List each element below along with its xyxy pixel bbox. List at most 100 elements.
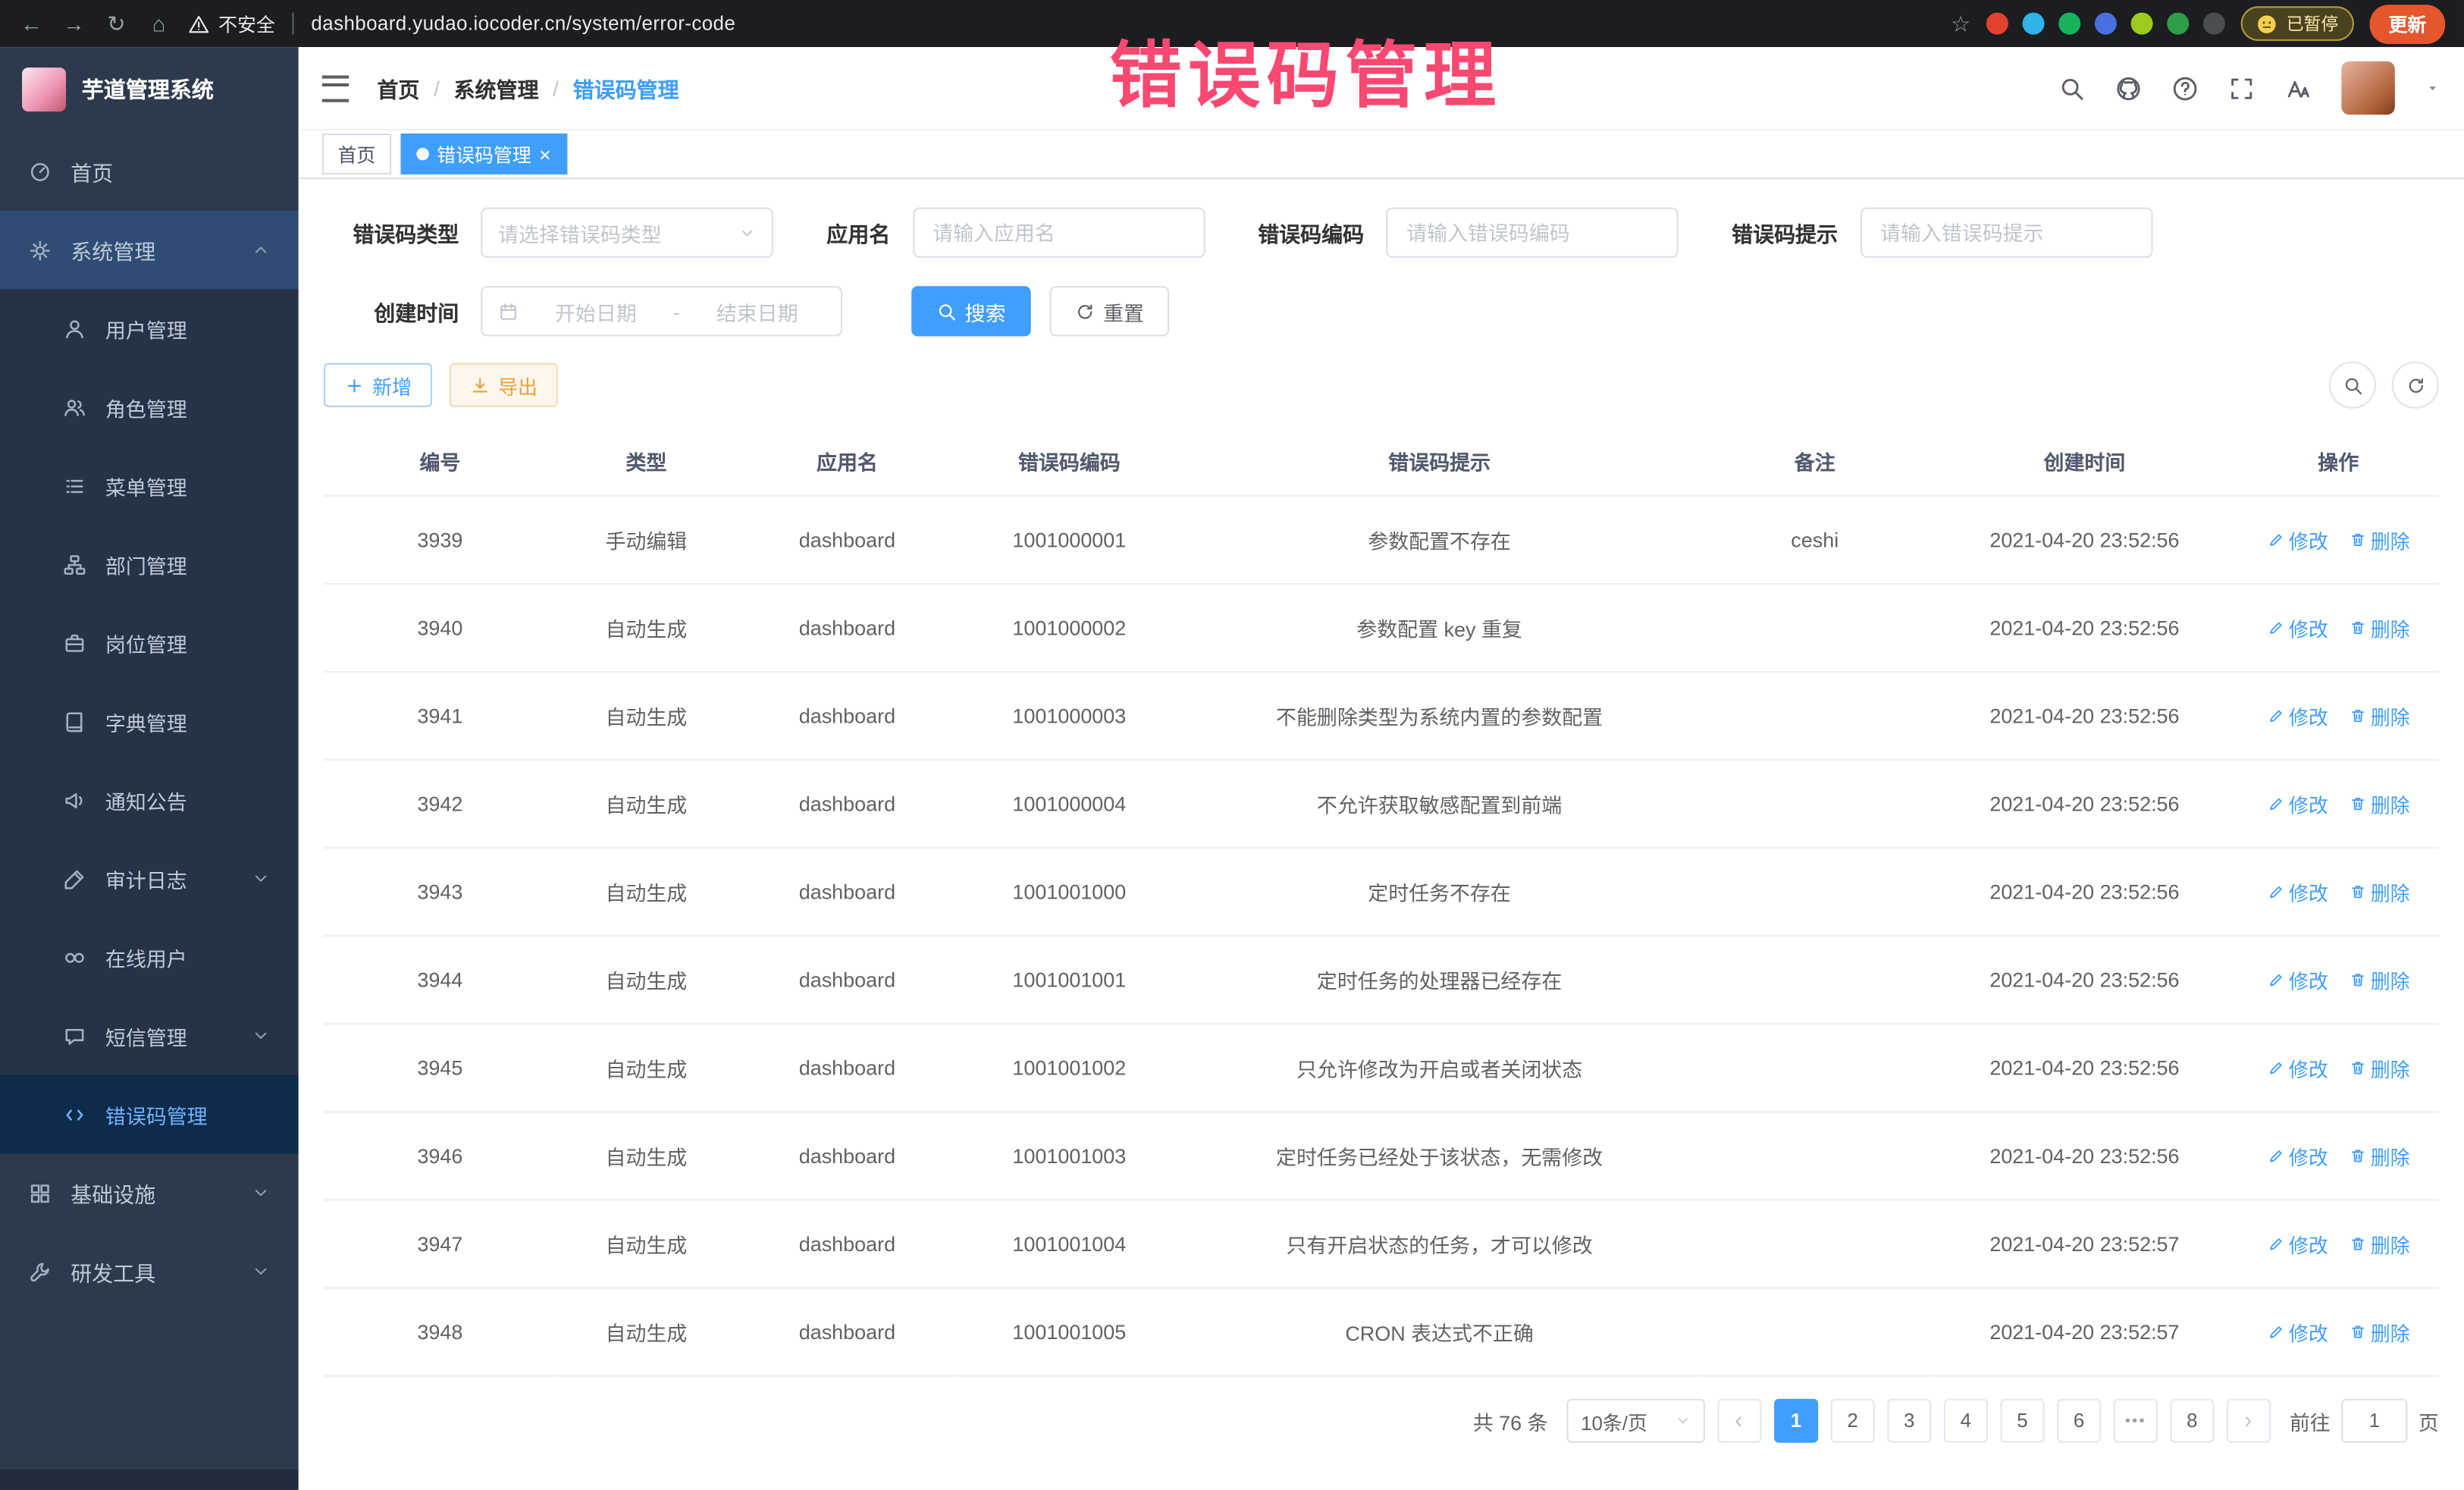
tags-bar: 首页 错误码管理 × bbox=[299, 129, 2464, 179]
extension-darkgreen-icon[interactable] bbox=[2167, 13, 2189, 35]
edit-link[interactable]: 修改 bbox=[2267, 1229, 2328, 1259]
edit-link[interactable]: 修改 bbox=[2267, 789, 2328, 818]
extension-green-badge-icon[interactable] bbox=[2058, 13, 2080, 35]
notice-icon bbox=[63, 788, 86, 811]
delete-link[interactable]: 删除 bbox=[2349, 1141, 2410, 1171]
tag-error-code[interactable]: 错误码管理 × bbox=[401, 133, 567, 174]
delete-link[interactable]: 删除 bbox=[2349, 613, 2410, 642]
edit-link[interactable]: 修改 bbox=[2267, 877, 2328, 907]
sidebar-item-audit-log[interactable]: 审计日志 bbox=[0, 839, 299, 918]
sidebar-item-dev-tools[interactable]: 研发工具 bbox=[0, 1232, 299, 1311]
sidebar-item-user-mgmt[interactable]: 用户管理 bbox=[0, 289, 299, 368]
page-1-button[interactable]: 1 bbox=[1774, 1399, 1818, 1443]
page-2-button[interactable]: 2 bbox=[1831, 1399, 1875, 1443]
delete-link[interactable]: 删除 bbox=[2349, 701, 2410, 730]
app-logo[interactable]: 芋道管理系统 bbox=[0, 47, 299, 132]
delete-link[interactable]: 删除 bbox=[2349, 1229, 2410, 1259]
sidebar-item-online-users[interactable]: 在线用户 bbox=[0, 918, 299, 996]
app-name-input[interactable] bbox=[929, 219, 1187, 246]
page-5-button[interactable]: 5 bbox=[2000, 1399, 2044, 1443]
sidebar-item-sms-mgmt[interactable]: 短信管理 bbox=[0, 996, 299, 1075]
toggle-search-icon[interactable] bbox=[2329, 362, 2376, 409]
op-label: 修改 bbox=[2289, 1053, 2328, 1083]
edit-link[interactable]: 修改 bbox=[2267, 613, 2328, 642]
refresh-table-icon[interactable] bbox=[2392, 362, 2439, 409]
delete-link[interactable]: 删除 bbox=[2349, 1317, 2410, 1347]
page-4-button[interactable]: 4 bbox=[1944, 1399, 1988, 1443]
page-8-button[interactable]: 8 bbox=[2170, 1399, 2214, 1443]
extension-red-icon[interactable] bbox=[1986, 13, 2008, 35]
hamburger-icon[interactable] bbox=[322, 74, 349, 101]
filter-error-type: 错误码类型 请选择错误码类型 bbox=[324, 208, 773, 258]
delete-link[interactable]: 删除 bbox=[2349, 789, 2410, 818]
question-icon[interactable] bbox=[2171, 74, 2198, 101]
search-button[interactable]: 搜索 bbox=[911, 286, 1031, 336]
create-time-range-picker[interactable]: 开始日期 - 结束日期 bbox=[481, 286, 842, 336]
github-icon[interactable] bbox=[2115, 74, 2142, 101]
breadcrumb-home[interactable]: 首页 bbox=[377, 72, 419, 103]
tag-home[interactable]: 首页 bbox=[322, 133, 391, 174]
edit-link[interactable]: 修改 bbox=[2267, 1317, 2328, 1347]
log-icon bbox=[63, 867, 86, 890]
caret-down-icon[interactable] bbox=[2425, 80, 2440, 96]
cell-app: dashboard bbox=[736, 496, 958, 584]
goto-page-input[interactable] bbox=[2341, 1399, 2407, 1443]
extension-lime-icon[interactable] bbox=[2131, 13, 2153, 35]
user-avatar[interactable] bbox=[2341, 61, 2394, 114]
page-size-select[interactable]: 10条/页 bbox=[1566, 1399, 1704, 1443]
url-text[interactable]: dashboard.yudao.iocoder.cn/system/error-… bbox=[311, 13, 735, 35]
sidebar-item-post-mgmt[interactable]: 岗位管理 bbox=[0, 604, 299, 682]
sidebar-item-system-mgmt[interactable]: 系统管理 bbox=[0, 211, 299, 290]
sidebar-item-role-mgmt[interactable]: 角色管理 bbox=[0, 368, 299, 447]
sidebar-item-error-code-mgmt[interactable]: 错误码管理 bbox=[0, 1075, 299, 1154]
sidebar-item-dept-mgmt[interactable]: 部门管理 bbox=[0, 525, 299, 604]
reload-icon[interactable]: ↻ bbox=[104, 10, 129, 36]
edit-link[interactable]: 修改 bbox=[2267, 1141, 2328, 1171]
sidebar-item-infrastructure[interactable]: 基础设施 bbox=[0, 1153, 299, 1232]
edit-link[interactable]: 修改 bbox=[2267, 525, 2328, 554]
reset-button[interactable]: 重置 bbox=[1050, 286, 1170, 336]
security-chip[interactable]: 不安全 bbox=[189, 10, 275, 36]
error-type-select[interactable]: 请选择错误码类型 bbox=[481, 208, 773, 258]
sidebar-item-menu-mgmt[interactable]: 菜单管理 bbox=[0, 447, 299, 525]
extension-teal-icon[interactable] bbox=[2023, 13, 2045, 35]
close-icon[interactable]: × bbox=[539, 144, 551, 165]
prev-page-button[interactable] bbox=[1717, 1399, 1761, 1443]
edit-link[interactable]: 修改 bbox=[2267, 1053, 2328, 1083]
error-code-input[interactable] bbox=[1403, 219, 1661, 246]
cell-memo bbox=[1698, 672, 1931, 760]
extension-pin-icon[interactable] bbox=[2203, 13, 2225, 35]
sidebar-item-notice-mgmt[interactable]: 通知公告 bbox=[0, 761, 299, 839]
delete-link[interactable]: 删除 bbox=[2349, 965, 2410, 995]
back-icon[interactable]: ← bbox=[19, 11, 44, 36]
edit-link[interactable]: 修改 bbox=[2267, 701, 2328, 730]
error-message-input[interactable] bbox=[1877, 219, 2135, 246]
search-icon[interactable] bbox=[2058, 74, 2085, 101]
next-page-button[interactable] bbox=[2227, 1399, 2271, 1443]
edit-link[interactable]: 修改 bbox=[2267, 965, 2328, 995]
extension-blue-icon[interactable] bbox=[2095, 13, 2117, 35]
paused-badge[interactable]: 已暂停 bbox=[2241, 6, 2354, 41]
home-icon[interactable]: ⌂ bbox=[146, 11, 171, 36]
cell-memo: ceshi bbox=[1698, 496, 1931, 584]
menu-icon bbox=[63, 474, 86, 497]
page-6-button[interactable]: 6 bbox=[2057, 1399, 2101, 1443]
fontsize-icon[interactable] bbox=[2285, 74, 2312, 101]
sidebar-item-dict-mgmt[interactable]: 字典管理 bbox=[0, 682, 299, 761]
breadcrumb-current: 错误码管理 bbox=[573, 72, 679, 103]
bookmark-star-icon[interactable]: ☆ bbox=[1951, 10, 1970, 36]
cell-app: dashboard bbox=[736, 1024, 958, 1112]
delete-link[interactable]: 删除 bbox=[2349, 525, 2410, 554]
export-button[interactable]: 导出 bbox=[450, 363, 558, 407]
forward-icon[interactable]: → bbox=[61, 11, 86, 36]
breadcrumb-system[interactable]: 系统管理 bbox=[454, 72, 539, 103]
cell-id: 3945 bbox=[324, 1024, 556, 1112]
sidebar-item-home[interactable]: 首页 bbox=[0, 132, 299, 211]
fullscreen-icon[interactable] bbox=[2228, 74, 2255, 101]
page-ellipsis[interactable]: ••• bbox=[2114, 1399, 2158, 1443]
update-button[interactable]: 更新 bbox=[2370, 4, 2446, 43]
add-button[interactable]: 新增 bbox=[324, 363, 432, 407]
delete-link[interactable]: 删除 bbox=[2349, 1053, 2410, 1083]
delete-link[interactable]: 删除 bbox=[2349, 877, 2410, 907]
page-3-button[interactable]: 3 bbox=[1887, 1399, 1931, 1443]
